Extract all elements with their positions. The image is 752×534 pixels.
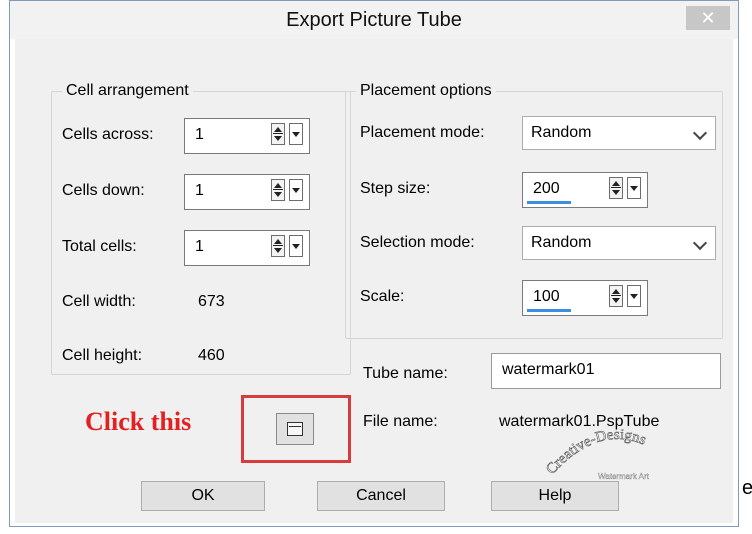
svg-text:Creative-Designs: Creative-Designs [543, 427, 648, 478]
watermark-line1: Creative-Designs [543, 427, 648, 478]
cells-down-label: Cells down: [62, 182, 145, 199]
export-picture-tube-dialog: Export Picture Tube ✕ Cell arrangement C… [9, 0, 739, 527]
close-button[interactable]: ✕ [686, 6, 730, 30]
spin-arrows-icon[interactable] [609, 285, 643, 309]
spin-arrows-icon[interactable] [271, 235, 305, 259]
step-size-label: Step size: [360, 180, 431, 197]
file-name-label: File name: [363, 413, 438, 430]
watermark-logo: Creative-Designs Watermark Art [543, 427, 650, 482]
total-cells-input[interactable]: 1 [184, 230, 310, 266]
selection-mode-select[interactable]: Random [522, 226, 716, 260]
selection-mode-value: Random [531, 234, 592, 251]
chevron-down-icon [692, 125, 708, 141]
tube-name-input[interactable]: watermark01 [491, 353, 721, 389]
cell-width-label: Cell width: [62, 293, 136, 310]
chevron-down-icon [692, 235, 708, 251]
total-cells-label: Total cells: [62, 238, 137, 255]
title-bar[interactable]: Export Picture Tube ✕ [10, 1, 738, 39]
placement-mode-value: Random [531, 124, 592, 141]
cell-height-label: Cell height: [62, 347, 143, 364]
tube-name-value: watermark01 [502, 361, 595, 378]
highlight-box [241, 395, 351, 463]
placement-mode-label: Placement mode: [360, 124, 485, 141]
scale-label: Scale: [360, 288, 405, 305]
folder-icon [287, 422, 303, 436]
cell-arrangement-group: Cell arrangement Cells across: 1 Cells d… [51, 82, 351, 375]
cells-down-input[interactable]: 1 [184, 174, 310, 210]
cell-height-value: 460 [198, 347, 225, 364]
click-this-annotation: Click this [85, 407, 192, 436]
placement-options-legend: Placement options [356, 82, 496, 100]
cells-across-label: Cells across: [62, 126, 154, 143]
cancel-button[interactable]: Cancel [317, 481, 445, 511]
focus-underline [527, 201, 571, 204]
cell-arrangement-legend: Cell arrangement [62, 82, 193, 100]
watermark-line2: Watermark Art [598, 472, 650, 481]
browse-folder-button[interactable] [276, 413, 314, 445]
background-text-fragment: e [742, 477, 752, 499]
focus-underline [527, 309, 571, 312]
close-icon: ✕ [700, 8, 716, 28]
selection-mode-label: Selection mode: [360, 234, 475, 251]
cells-across-input[interactable]: 1 [184, 118, 310, 154]
spin-arrows-icon[interactable] [271, 179, 305, 203]
placement-mode-select[interactable]: Random [522, 116, 716, 150]
placement-options-group: Placement options Placement mode: Random… [345, 82, 723, 339]
spin-arrows-icon[interactable] [609, 177, 643, 201]
scale-input[interactable]: 100 [522, 280, 648, 316]
ok-button[interactable]: OK [141, 481, 265, 511]
step-size-input[interactable]: 200 [522, 172, 648, 208]
cell-width-value: 673 [198, 293, 225, 310]
tube-name-label: Tube name: [363, 365, 448, 382]
spin-arrows-icon[interactable] [271, 123, 305, 147]
dialog-title: Export Picture Tube [286, 9, 462, 31]
